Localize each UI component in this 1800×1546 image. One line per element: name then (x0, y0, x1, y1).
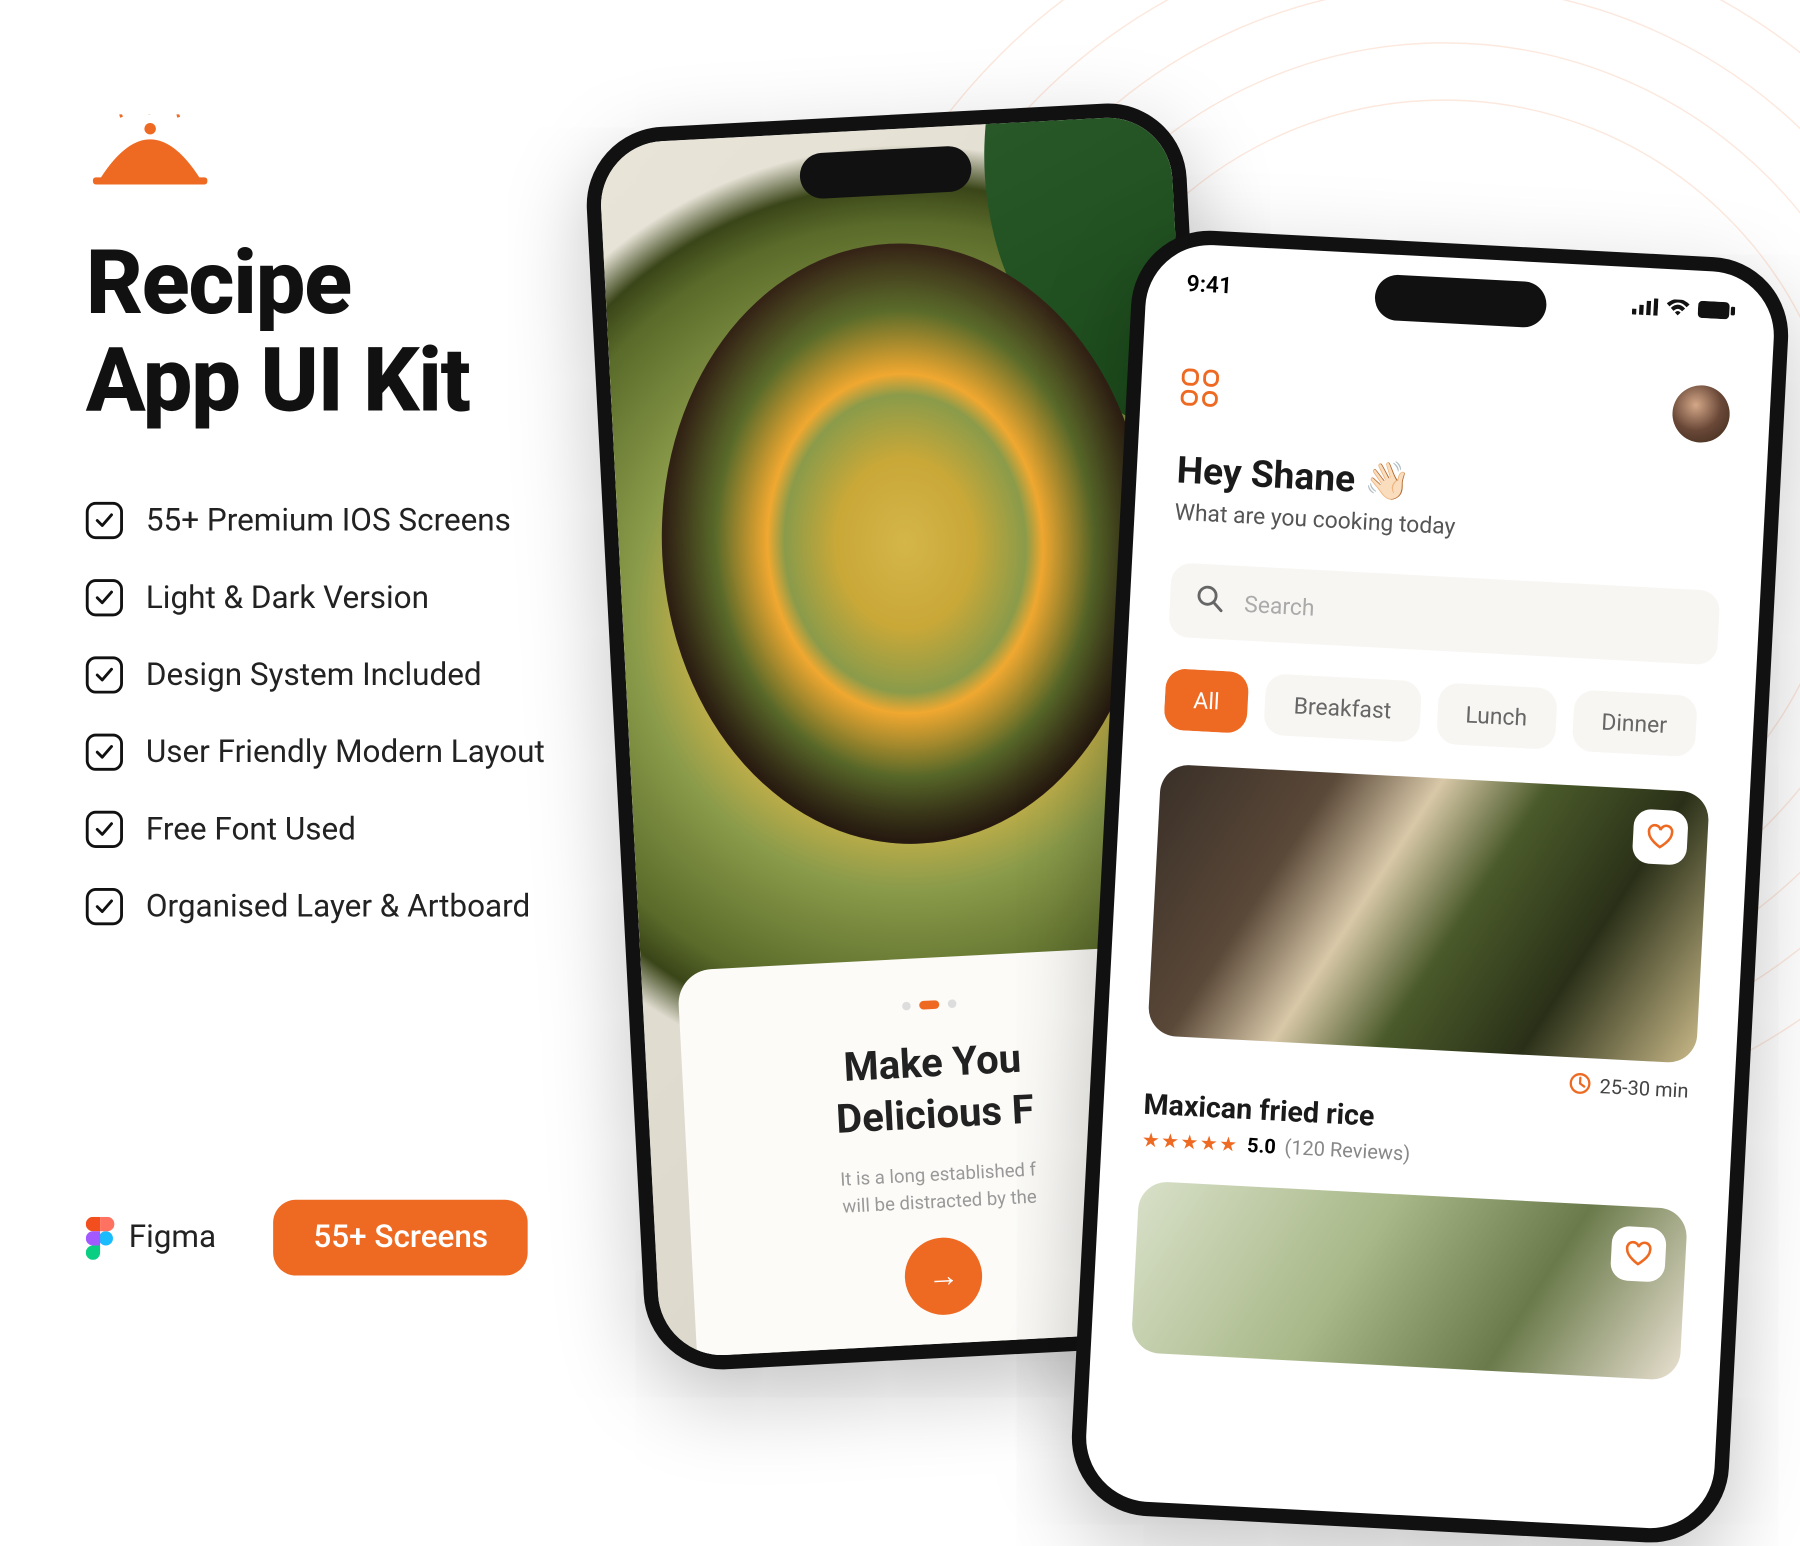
recipe-image (1147, 764, 1710, 1064)
chip-lunch[interactable]: Lunch (1435, 682, 1557, 750)
recipe-card[interactable] (1131, 1181, 1688, 1381)
phone-home: 9:41 Hey Shane 👋🏻 What are you cooking t… (1068, 227, 1792, 1546)
chip-dinner[interactable]: Dinner (1571, 689, 1697, 757)
feature-label: Light & Dark Version (146, 580, 429, 616)
heart-icon (1623, 1239, 1653, 1269)
figma-icon (86, 1216, 115, 1259)
arrow-right-icon: → (927, 1257, 960, 1296)
favorite-button[interactable] (1610, 1226, 1667, 1283)
figma-badge: Figma (86, 1216, 216, 1259)
check-icon (86, 502, 123, 539)
menu-grid-icon[interactable] (1180, 368, 1219, 407)
pagination-dots[interactable] (719, 990, 1139, 1021)
chip-all[interactable]: All (1163, 668, 1249, 734)
battery-icon (1697, 296, 1736, 325)
notch (1374, 274, 1548, 329)
star-icons: ★★★★★ (1141, 1129, 1239, 1157)
check-icon (86, 580, 123, 617)
screens-count-badge: 55+ Screens (273, 1200, 528, 1276)
heart-icon (1645, 822, 1675, 852)
notch (799, 145, 973, 200)
check-icon (86, 734, 123, 771)
status-time: 9:41 (1186, 270, 1233, 300)
avatar[interactable] (1671, 384, 1731, 444)
search-placeholder: Search (1244, 590, 1316, 621)
feature-label: User Friendly Modern Layout (146, 735, 545, 771)
feature-label: Design System Included (146, 658, 482, 694)
clock-icon (1567, 1071, 1591, 1101)
wifi-icon (1666, 295, 1690, 323)
figma-label: Figma (129, 1220, 216, 1256)
check-icon (86, 657, 123, 694)
check-icon (86, 889, 123, 926)
signal-icon (1632, 293, 1659, 321)
feature-label: 55+ Premium IOS Screens (146, 503, 511, 539)
chip-breakfast[interactable]: Breakfast (1264, 673, 1422, 743)
search-icon (1195, 584, 1225, 620)
next-button[interactable]: → (903, 1236, 984, 1317)
check-icon (86, 811, 123, 848)
feature-label: Organised Layer & Artboard (146, 889, 530, 925)
feature-label: Free Font Used (146, 812, 356, 848)
favorite-button[interactable] (1632, 809, 1689, 866)
search-input[interactable]: Search (1168, 562, 1720, 665)
recipe-card[interactable]: 25-30 min Maxican fried rice ★★★★★ 5.0 (… (1141, 764, 1710, 1181)
onboarding-heading: Make YouDelicious F (721, 1027, 1146, 1153)
category-chips: All Breakfast Lunch Dinner (1163, 668, 1715, 758)
cloche-logo-icon (86, 114, 215, 193)
